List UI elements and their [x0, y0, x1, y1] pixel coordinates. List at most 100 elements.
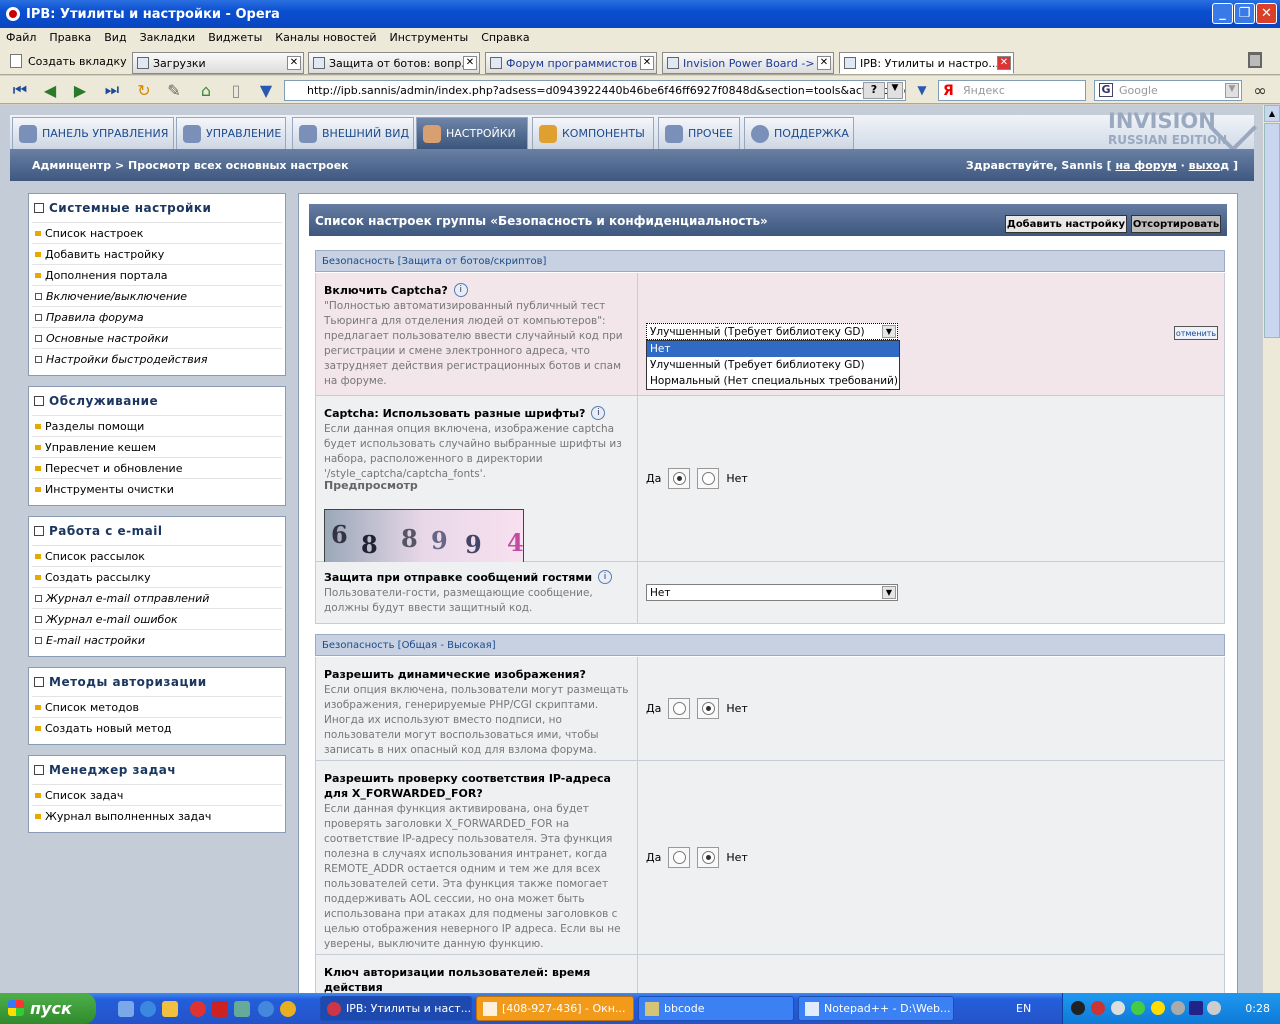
- note-icon[interactable]: ▯: [226, 80, 246, 100]
- start-button[interactable]: пуск: [0, 993, 96, 1024]
- menu-feeds[interactable]: Каналы новостей: [275, 31, 376, 44]
- menu-file[interactable]: Файл: [6, 31, 36, 44]
- site-info-button[interactable]: ?: [863, 82, 885, 99]
- menu-help[interactable]: Справка: [481, 31, 529, 44]
- app-icon[interactable]: [258, 1001, 274, 1017]
- logout-link[interactable]: выход: [1189, 159, 1229, 172]
- sort-button[interactable]: Отсортировать: [1131, 215, 1221, 233]
- tab-close-icon[interactable]: ✕: [287, 56, 301, 70]
- radio-yes[interactable]: [668, 468, 691, 489]
- minimize-button[interactable]: _: [1212, 3, 1233, 24]
- tray-icon[interactable]: [1189, 1001, 1203, 1015]
- radio-yes[interactable]: [668, 698, 691, 719]
- browser-tab[interactable]: Invision Power Board -> ... ✕: [662, 52, 834, 74]
- forward-icon[interactable]: ▶: [70, 80, 90, 100]
- radio-no[interactable]: [697, 698, 720, 719]
- sidebar-item[interactable]: Добавить настройку: [32, 243, 282, 264]
- tab-settings[interactable]: НАСТРОЙКИ: [416, 117, 528, 149]
- chevron-down-icon[interactable]: ▼: [882, 586, 896, 599]
- collapse-icon[interactable]: [34, 526, 44, 536]
- sidebar-group-header[interactable]: Обслуживание: [29, 387, 285, 415]
- folder-icon[interactable]: [162, 1001, 178, 1017]
- tab-management[interactable]: УПРАВЛЕНИЕ: [176, 117, 286, 149]
- sidebar-item[interactable]: Инструменты очистки: [32, 478, 282, 499]
- tray-icon[interactable]: [1151, 1001, 1165, 1015]
- opera-icon[interactable]: [190, 1001, 206, 1017]
- menu-widgets[interactable]: Виджеты: [208, 31, 262, 44]
- info-icon[interactable]: i: [598, 570, 613, 584]
- guest-protection-select[interactable]: Нет ▼: [646, 584, 898, 601]
- sidebar-group-header[interactable]: Системные настройки: [29, 194, 285, 222]
- tab-close-icon[interactable]: ✕: [997, 56, 1011, 70]
- sidebar-item[interactable]: E-mail настройки: [32, 629, 282, 650]
- sidebar-item[interactable]: Журнал e-mail ошибок: [32, 608, 282, 629]
- sidebar-item[interactable]: Список методов: [32, 696, 282, 717]
- browser-tab[interactable]: Защита от ботов: вопр... ✕: [308, 52, 480, 74]
- tab-components[interactable]: КОМПОНЕНТЫ: [532, 117, 654, 149]
- taskbar-item[interactable]: Notepad++ - D:\Web...: [798, 996, 954, 1021]
- info-icon[interactable]: i: [453, 283, 468, 297]
- app-icon[interactable]: [234, 1001, 250, 1017]
- scroll-up-icon[interactable]: ▲: [1264, 105, 1280, 122]
- tab-close-icon[interactable]: ✕: [817, 56, 831, 70]
- tab-dashboard[interactable]: ПАНЕЛЬ УПРАВЛЕНИЯ: [12, 117, 174, 149]
- sidebar-item[interactable]: Список настроек: [32, 222, 282, 243]
- sidebar-item[interactable]: Правила форума: [32, 306, 282, 327]
- desktop-icon[interactable]: [118, 1001, 134, 1017]
- radio-no[interactable]: [697, 847, 720, 868]
- yandex-search-input[interactable]: Я Яндекс: [938, 80, 1086, 101]
- sidebar-item[interactable]: Создать рассылку: [32, 566, 282, 587]
- tray-icon[interactable]: [1091, 1001, 1105, 1015]
- sidebar-item[interactable]: Разделы помощи: [32, 415, 282, 436]
- tab-other[interactable]: ПРОЧЕЕ: [658, 117, 740, 149]
- tray-icon[interactable]: [1071, 1001, 1085, 1015]
- sidebar-item[interactable]: Журнал выполненных задач: [32, 805, 282, 826]
- tab-close-icon[interactable]: ✕: [463, 56, 477, 70]
- sidebar-item[interactable]: Настройки быстродействия: [32, 348, 282, 369]
- info-icon[interactable]: i: [591, 406, 606, 420]
- chevron-down-icon[interactable]: ▼: [887, 82, 903, 99]
- sidebar-item[interactable]: Основные настройки: [32, 327, 282, 348]
- fastforward-icon[interactable]: ⏭: [102, 80, 122, 100]
- address-field[interactable]: http://ipb.sannis/admin/index.php?adsess…: [284, 80, 906, 101]
- chevron-down-icon[interactable]: ▼: [1225, 83, 1239, 98]
- sidebar-item[interactable]: Управление кешем: [32, 436, 282, 457]
- menu-tools[interactable]: Инструменты: [389, 31, 468, 44]
- radio-yes[interactable]: [668, 847, 691, 868]
- tab-appearance[interactable]: ВНЕШНИЙ ВИД: [292, 117, 414, 149]
- radio-no[interactable]: [697, 468, 720, 489]
- browser-tab[interactable]: Загрузки ✕: [132, 52, 304, 74]
- browser-tab-active[interactable]: IPB: Утилиты и настро... ✕: [839, 52, 1014, 74]
- tab-support[interactable]: ПОДДЕРЖКА: [744, 117, 854, 149]
- rewind-icon[interactable]: ⏮: [10, 80, 30, 100]
- sidebar-group-header[interactable]: Работа с e-mail: [29, 517, 285, 545]
- page-scrollbar[interactable]: ▲: [1262, 105, 1280, 993]
- ie-icon[interactable]: [140, 1001, 156, 1017]
- dropdown-option[interactable]: Нет: [647, 341, 899, 357]
- edit-icon[interactable]: ✎: [164, 80, 184, 100]
- tray-icon[interactable]: [1111, 1001, 1125, 1015]
- taskbar-item[interactable]: IPB: Утилиты и наст...: [320, 996, 472, 1021]
- add-setting-button[interactable]: Добавить настройку: [1005, 215, 1127, 233]
- volume-icon[interactable]: [1207, 1001, 1221, 1015]
- sidebar-group-header[interactable]: Методы авторизации: [29, 668, 285, 696]
- captcha-select[interactable]: Улучшенный (Требует библиотеку GD) ▼: [646, 323, 898, 340]
- app-icon[interactable]: [280, 1001, 296, 1017]
- back-icon[interactable]: ◀: [40, 80, 60, 100]
- collapse-icon[interactable]: [34, 203, 44, 213]
- collapse-icon[interactable]: [34, 677, 44, 687]
- tab-close-icon[interactable]: ✕: [640, 56, 654, 70]
- clock[interactable]: 0:28: [1245, 1002, 1270, 1015]
- close-window-button[interactable]: ✕: [1256, 3, 1277, 24]
- sidebar-item[interactable]: Журнал e-mail отправлений: [32, 587, 282, 608]
- collapse-icon[interactable]: [34, 765, 44, 775]
- sidebar-item[interactable]: Создать новый метод: [32, 717, 282, 738]
- sidebar-item[interactable]: Дополнения портала: [32, 264, 282, 285]
- tray-icon[interactable]: [1131, 1001, 1145, 1015]
- reload-icon[interactable]: ↻: [134, 80, 154, 100]
- dropdown-option[interactable]: Улучшенный (Требует библиотеку GD): [647, 357, 899, 373]
- taskbar-item[interactable]: bbcode: [638, 996, 794, 1021]
- app-icon[interactable]: [212, 1001, 228, 1017]
- maximize-button[interactable]: ❐: [1234, 3, 1255, 24]
- sidebar-item[interactable]: Включение/выключение: [32, 285, 282, 306]
